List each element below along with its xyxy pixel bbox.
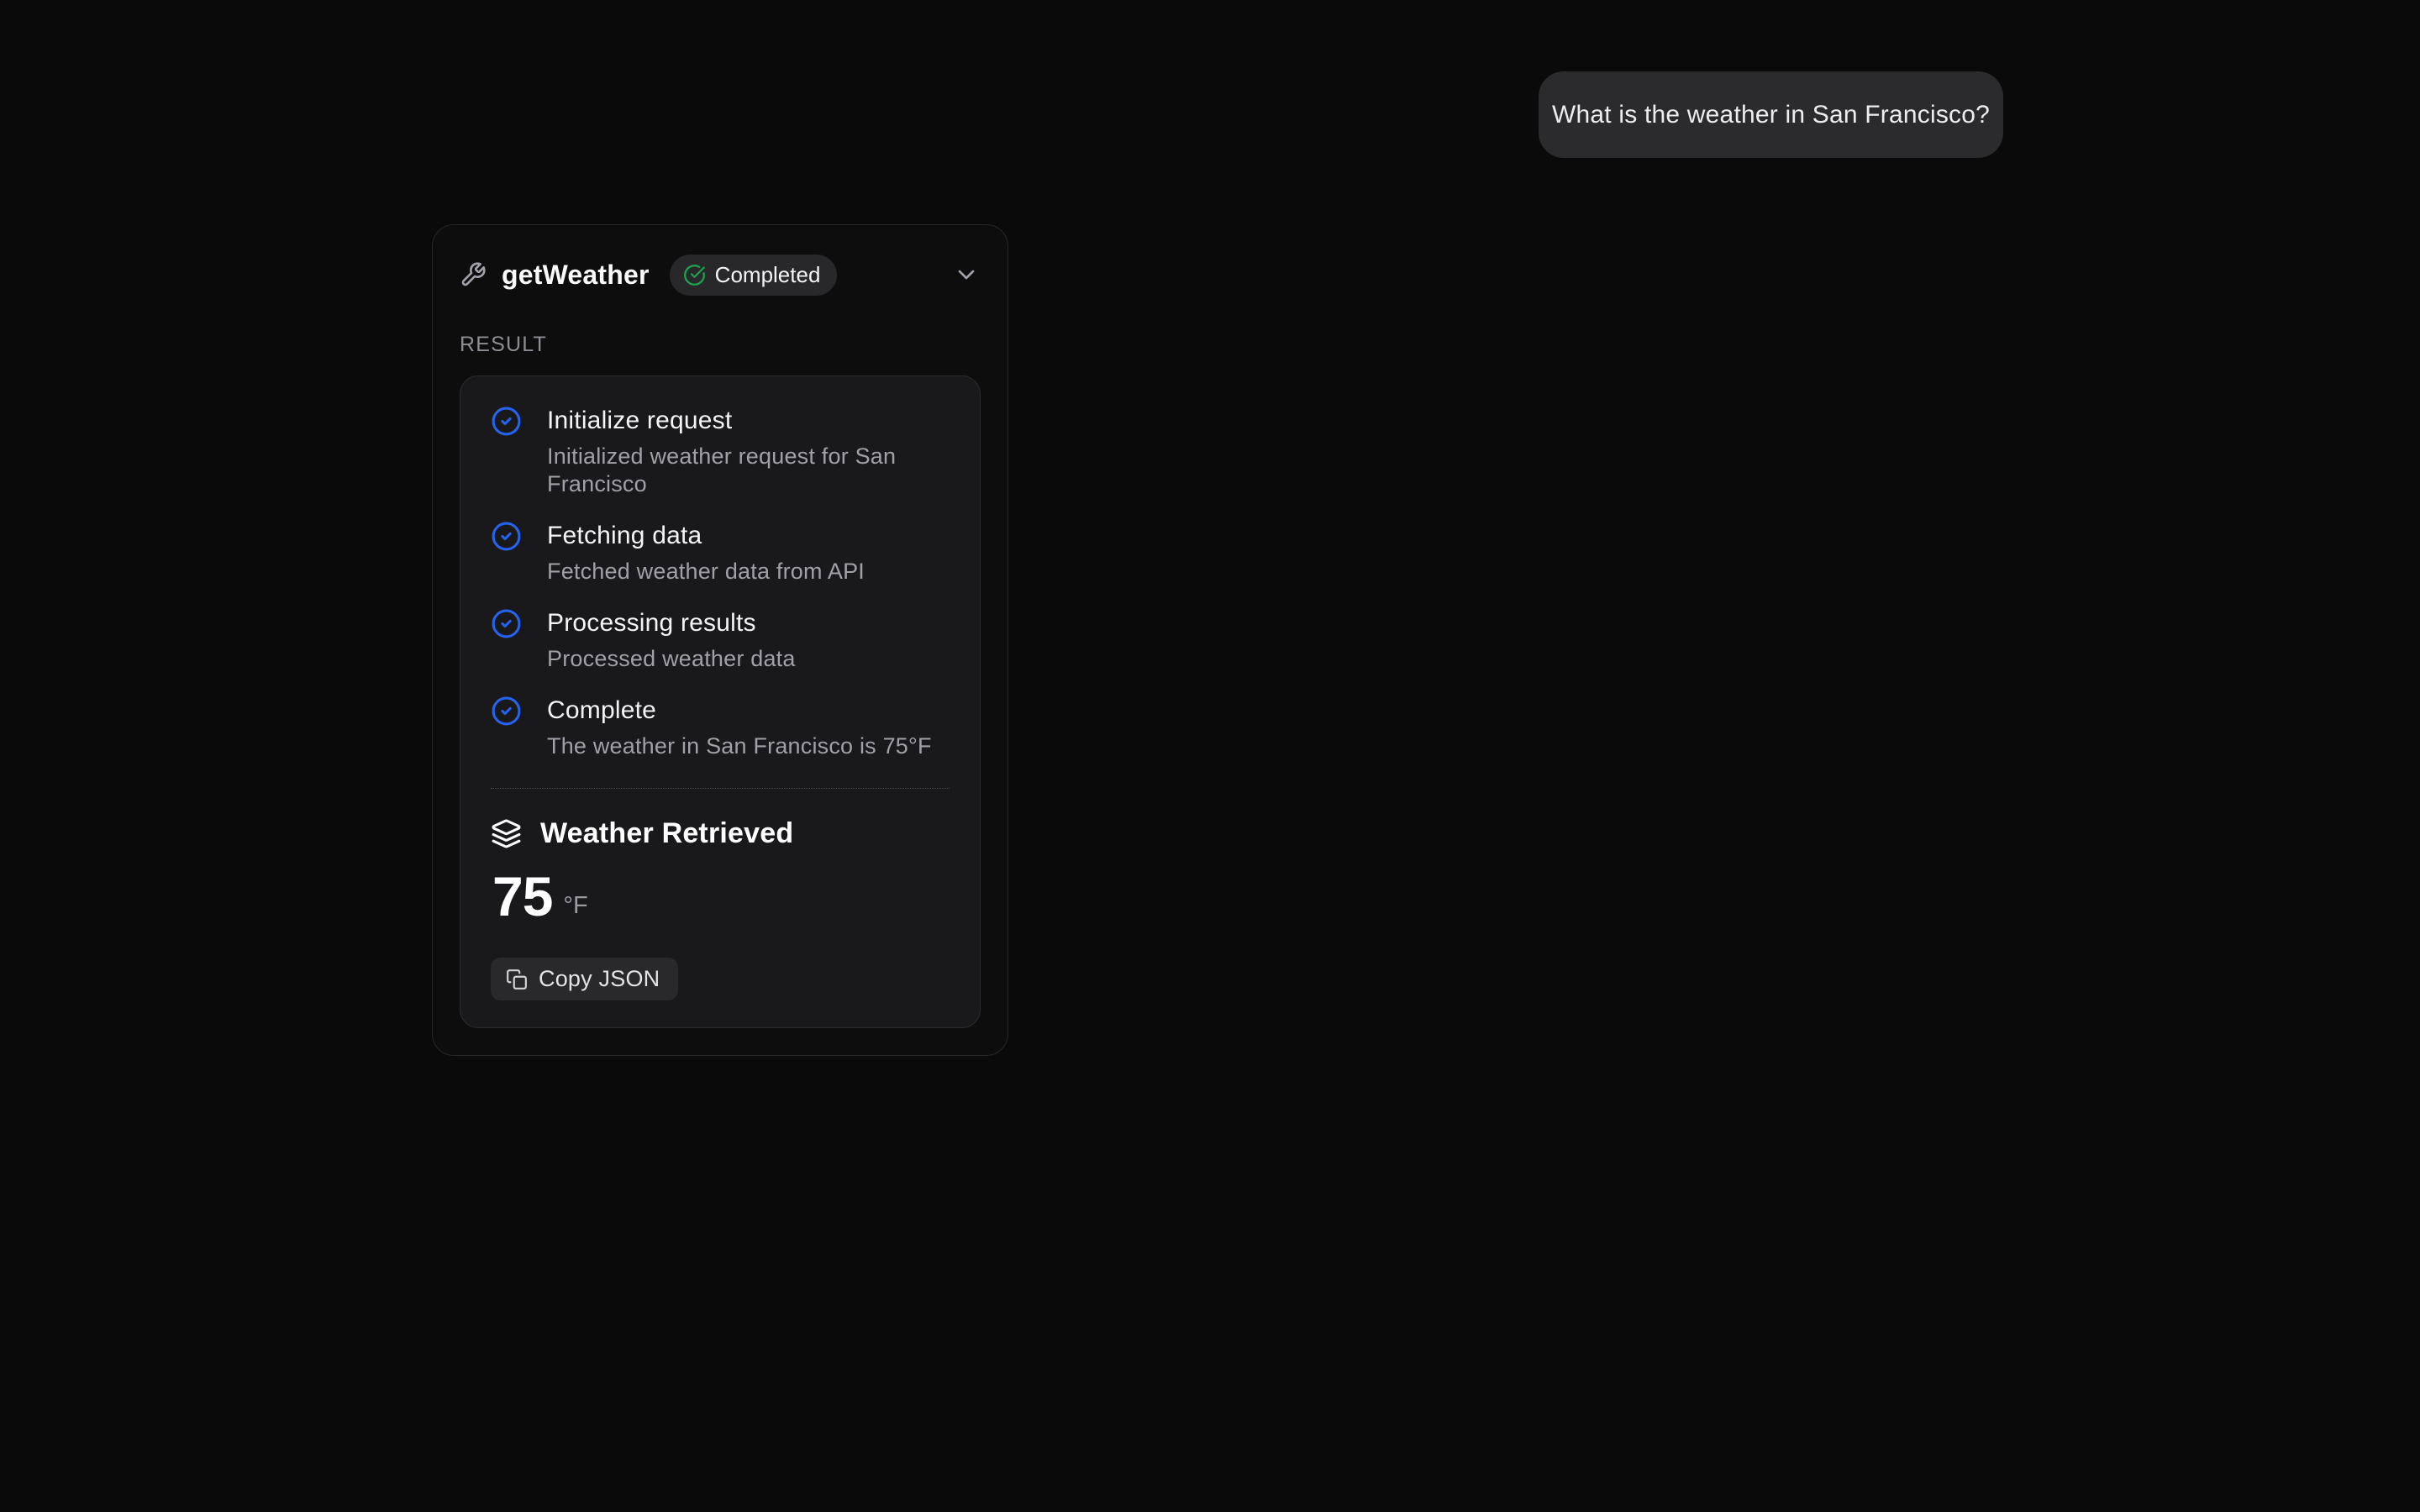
circle-check-icon	[683, 264, 706, 286]
collapse-toggle-button[interactable]	[952, 260, 981, 289]
temperature-display: 75 °F	[491, 870, 950, 922]
tool-card: getWeather Completed RESULT Initialize r…	[432, 224, 1008, 1056]
step-text: Fetching data Fetched weather data from …	[547, 520, 865, 585]
layers-icon	[491, 818, 522, 849]
step-check-icon	[491, 696, 522, 727]
step-title: Initialize request	[547, 405, 950, 437]
step-row: Processing results Processed weather dat…	[491, 607, 950, 673]
tool-card-header: getWeather Completed	[460, 249, 981, 301]
user-message-bubble: What is the weather in San Francisco?	[1539, 71, 2003, 158]
tool-name: getWeather	[502, 260, 650, 291]
step-check-icon	[491, 406, 522, 437]
retrieved-header: Weather Retrieved	[491, 817, 950, 850]
step-description: Fetched weather data from API	[547, 558, 865, 585]
retrieved-heading: Weather Retrieved	[540, 817, 793, 850]
step-text: Processing results Processed weather dat…	[547, 607, 796, 673]
temperature-value: 75	[492, 870, 552, 922]
result-panel: Initialize request Initialized weather r…	[460, 375, 981, 1028]
step-title: Fetching data	[547, 520, 865, 552]
temperature-unit: °F	[563, 891, 587, 922]
result-section-label: RESULT	[460, 333, 981, 357]
copy-json-label: Copy JSON	[539, 966, 660, 992]
copy-icon	[506, 969, 528, 990]
step-text: Initialize request Initialized weather r…	[547, 405, 950, 498]
step-title: Complete	[547, 695, 932, 727]
step-row: Initialize request Initialized weather r…	[491, 405, 950, 498]
divider	[491, 788, 950, 789]
step-title: Processing results	[547, 607, 796, 639]
status-badge: Completed	[670, 255, 838, 296]
step-text: Complete The weather in San Francisco is…	[547, 695, 932, 760]
wrench-icon	[460, 261, 487, 288]
user-message-text: What is the weather in San Francisco?	[1552, 101, 1990, 129]
step-description: Processed weather data	[547, 645, 796, 673]
status-badge-label: Completed	[715, 262, 821, 288]
step-description: Initialized weather request for San Fran…	[547, 443, 950, 498]
step-check-icon	[491, 608, 522, 639]
step-row: Complete The weather in San Francisco is…	[491, 695, 950, 760]
chevron-down-icon	[953, 261, 980, 288]
step-description: The weather in San Francisco is 75°F	[547, 732, 932, 760]
step-row: Fetching data Fetched weather data from …	[491, 520, 950, 585]
copy-json-button[interactable]: Copy JSON	[491, 958, 678, 1000]
step-check-icon	[491, 521, 522, 552]
